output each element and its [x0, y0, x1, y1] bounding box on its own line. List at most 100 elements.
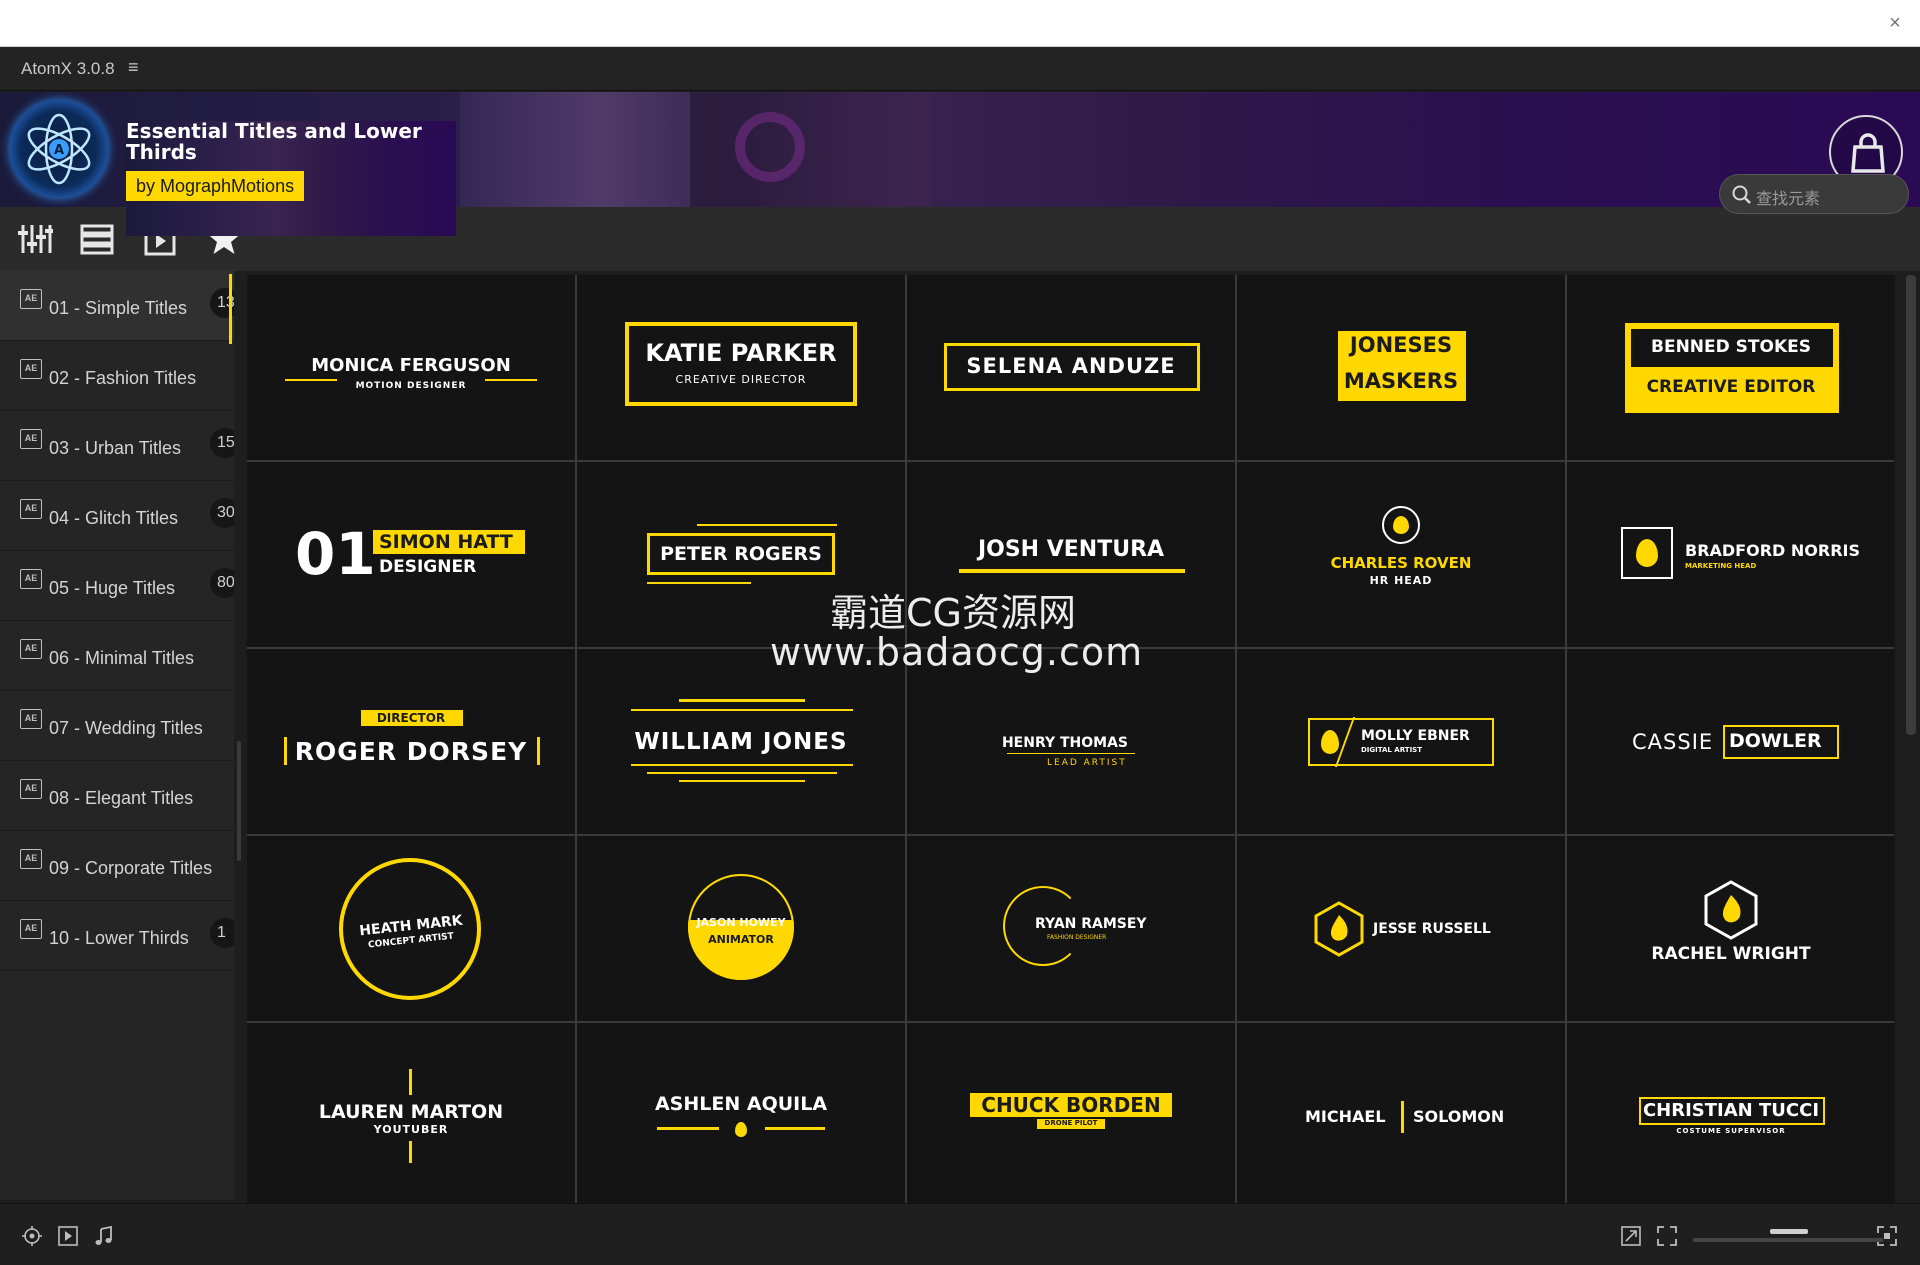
template-title: RACHEL WRIGHT — [1651, 944, 1811, 964]
template-monica-ferguson[interactable]: MONICA FERGUSON MOTION DESIGNER — [247, 275, 575, 460]
template-lauren-marton[interactable]: LAUREN MARTON YOUTUBER — [247, 1023, 575, 1203]
template-katie-parker[interactable]: KATIE PARKER CREATIVE DIRECTOR — [577, 275, 905, 460]
template-ashlen-aquila[interactable]: ASHLEN AQUILA — [577, 1023, 905, 1203]
template-title-last: DOWLER — [1729, 730, 1822, 752]
template-chuck-borden[interactable]: CHUCK BORDEN DRONE PILOT — [907, 1023, 1235, 1203]
template-subtitle: MOTION DESIGNER — [355, 381, 467, 391]
active-category-indicator — [229, 274, 232, 344]
template-title: SIMON HATT — [379, 531, 513, 553]
sidebar-item-label: 08 - Elegant Titles — [49, 788, 194, 808]
fullscreen-icon[interactable] — [1656, 1225, 1678, 1247]
template-rachel-wright[interactable]: RACHEL WRIGHT — [1567, 836, 1895, 1021]
sidebar-item-category[interactable]: AE 06 - Minimal Titles — [0, 621, 234, 691]
template-christian-tucci[interactable]: CHRISTIAN TUCCI COSTUME SUPERVISOR — [1567, 1023, 1895, 1203]
template-subtitle: FASHION DESIGNER — [1047, 934, 1107, 941]
template-title: BRADFORD NORRIS — [1685, 541, 1860, 560]
template-heath-mark[interactable]: HEATH MARK CONCEPT ARTIST — [247, 836, 575, 1021]
template-title: CHUCK BORDEN — [981, 1093, 1161, 1117]
template-jason-howey[interactable]: JASON HOWEY ANIMATOR — [577, 836, 905, 1021]
banner-ring-graphic — [735, 112, 805, 182]
sidebar-item-category[interactable]: AE 04 - Glitch Titles 30 — [0, 481, 234, 551]
template-ryan-ramsey[interactable]: RYAN RAMSEY FASHION DESIGNER — [907, 836, 1235, 1021]
zoom-slider-handle[interactable] — [1770, 1229, 1808, 1234]
template-cassie-dowler[interactable]: CASSIE DOWLER — [1567, 649, 1895, 834]
ae-file-icon: AE — [20, 429, 42, 449]
template-title: ASHLEN AQUILA — [654, 1093, 828, 1115]
template-title: CHRISTIAN TUCCI — [1642, 1100, 1820, 1121]
accent-line — [679, 780, 805, 782]
divider — [1401, 1101, 1404, 1133]
sidebar-scroll-thumb[interactable] — [237, 741, 241, 861]
ae-file-icon: AE — [20, 849, 42, 869]
grid-scrollbar[interactable] — [1906, 275, 1916, 735]
template-subtitle: LEAD ARTIST — [1047, 758, 1127, 768]
sidebar-item-count-badge: 80 — [210, 568, 234, 598]
sidebar-item-category[interactable]: AE 01 - Simple Titles 13 — [0, 271, 234, 341]
ae-file-icon: AE — [20, 359, 42, 379]
template-title: KATIE PARKER — [645, 339, 837, 367]
template-charles-roven[interactable]: CHARLES ROVEN HR HEAD — [1237, 462, 1565, 647]
template-title: PETER ROGERS — [660, 543, 822, 565]
zoom-slider[interactable] — [1693, 1238, 1883, 1242]
sidebar-item-count-badge: 1 — [210, 918, 234, 948]
template-jesse-russell[interactable]: JESSE RUSSELL — [1237, 836, 1565, 1021]
template-subtitle: CREATIVE DIRECTOR — [675, 373, 807, 386]
sidebar-item-category[interactable]: AE 07 - Wedding Titles — [0, 691, 234, 761]
sidebar-item-label: 07 - Wedding Titles — [49, 718, 203, 738]
template-subtitle: COSTUME SUPERVISOR — [1676, 1127, 1786, 1135]
template-roger-dorsey[interactable]: DIRECTOR ROGER DORSEY — [247, 649, 575, 834]
sidebar-item-category[interactable]: AE 10 - Lower Thirds 1 — [0, 901, 234, 971]
sidebar-scrollbar[interactable] — [234, 271, 248, 1200]
template-bradford-norris[interactable]: BRADFORD NORRIS MARKETING HEAD — [1567, 462, 1895, 647]
search-input[interactable]: 查找元素 — [1719, 174, 1909, 214]
template-title: ROGER DORSEY — [294, 737, 528, 766]
template-subtitle: ANIMATOR — [708, 933, 774, 946]
template-title: JOSH VENTURA — [977, 537, 1165, 562]
sidebar-item-label: 03 - Urban Titles — [49, 438, 182, 458]
template-simon-hatt[interactable]: 01 SIMON HATT DESIGNER — [247, 462, 575, 647]
template-title: BENNED STOKES — [1651, 337, 1811, 357]
template-michael-solomon[interactable]: MICHAEL SOLOMON — [1237, 1023, 1565, 1203]
music-icon[interactable] — [93, 1225, 115, 1247]
play-icon[interactable] — [57, 1225, 79, 1247]
sidebar-item-category[interactable]: AE 09 - Corporate Titles — [0, 831, 234, 901]
sidebar-item-category[interactable]: AE 05 - Huge Titles 80 — [0, 551, 234, 621]
accent-line — [647, 772, 837, 774]
flame-icon — [1321, 730, 1339, 754]
template-title: MOLLY EBNER — [1361, 728, 1470, 744]
hexagon-logo-icon — [1314, 901, 1364, 957]
sidebar-item-label: 01 - Simple Titles — [49, 298, 188, 318]
ae-file-icon: AE — [20, 499, 42, 519]
sidebar-item-count-badge: 15 — [210, 428, 234, 458]
template-william-jones[interactable]: WILLIAM JONES — [577, 649, 905, 834]
target-icon[interactable] — [21, 1225, 43, 1247]
hexagon-logo-icon — [1704, 880, 1758, 940]
template-tag: DIRECTOR — [376, 711, 446, 725]
sidebar-item-category[interactable]: AE 08 - Elegant Titles — [0, 761, 234, 831]
sidebar-item-category[interactable]: AE 03 - Urban Titles 15 — [0, 411, 234, 481]
template-grid: MONICA FERGUSON MOTION DESIGNER KATIE PA… — [247, 275, 1895, 1203]
sidebar-item-label: 06 - Minimal Titles — [49, 648, 195, 668]
template-subtitle: YOUTUBER — [373, 1123, 449, 1136]
template-benned-stokes[interactable]: BENNED STOKES CREATIVE EDITOR — [1567, 275, 1895, 460]
template-selena-anduze[interactable]: SELENA ANDUZE — [907, 275, 1235, 460]
template-joneses-maskers[interactable]: JONESES MASKERS — [1237, 275, 1565, 460]
template-subtitle: DESIGNER — [379, 557, 477, 577]
status-bar — [0, 1203, 1920, 1265]
sidebar-item-label: 04 - Glitch Titles — [49, 508, 179, 528]
template-subtitle: HR HEAD — [1369, 574, 1433, 587]
sidebar-item-label: 09 - Corporate Titles — [49, 858, 213, 878]
sidebar-item-category[interactable]: AE 02 - Fashion Titles — [0, 341, 234, 411]
template-henry-thomas[interactable]: HENRY THOMAS LEAD ARTIST — [907, 649, 1235, 834]
template-molly-ebner[interactable]: MOLLY EBNER DIGITAL ARTIST — [1237, 649, 1565, 834]
template-title: JESSE RUSSELL — [1373, 921, 1491, 937]
accent-line — [765, 1127, 825, 1130]
flame-icon — [1393, 516, 1409, 534]
template-title-last: SOLOMON — [1413, 1107, 1505, 1126]
template-title: MONICA FERGUSON — [311, 355, 511, 376]
search-placeholder: 查找元素 — [1756, 191, 1821, 208]
fit-icon[interactable] — [1876, 1225, 1898, 1247]
window-close-button[interactable]: × — [1882, 10, 1908, 36]
expand-icon[interactable] — [1620, 1225, 1642, 1247]
ae-file-icon: AE — [20, 709, 42, 729]
